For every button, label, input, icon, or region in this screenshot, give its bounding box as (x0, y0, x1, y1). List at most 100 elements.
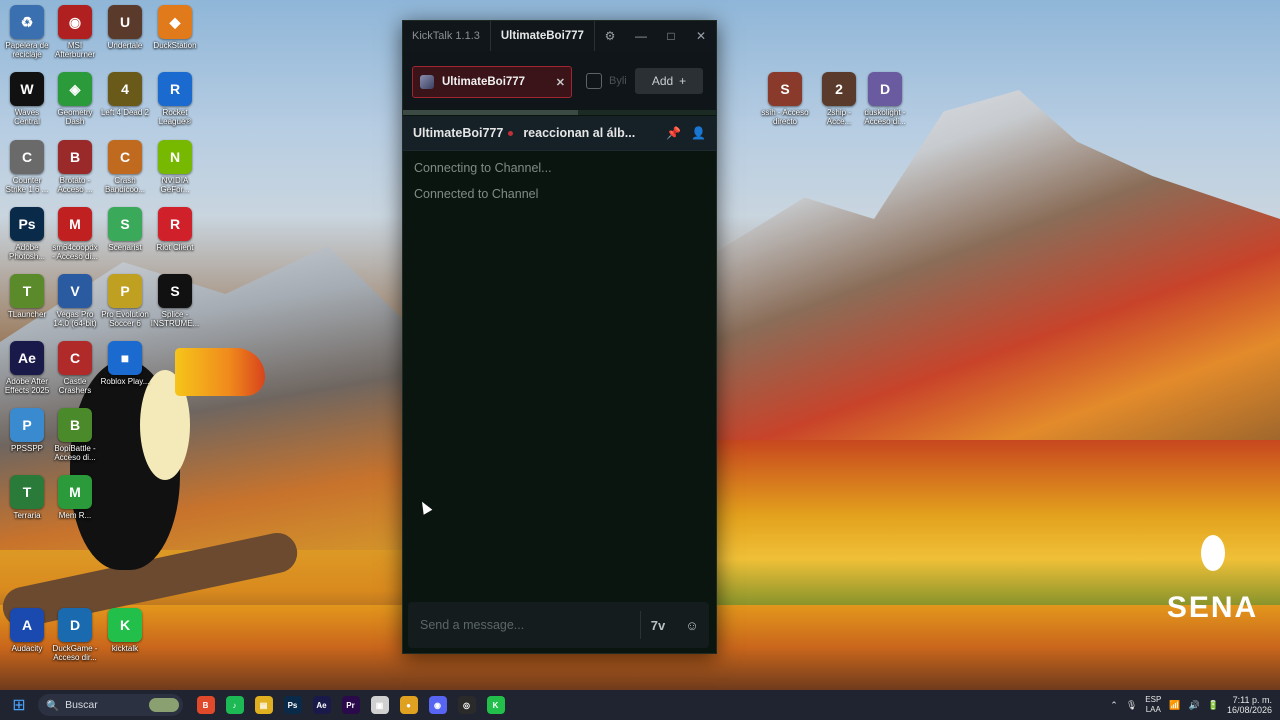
minimize-button[interactable]: — (626, 21, 656, 51)
search-label: Buscar (65, 699, 98, 711)
add-channel-button[interactable]: Add + (635, 68, 703, 94)
live-indicator (508, 130, 514, 136)
clock[interactable]: 7:11 p. m. 16/08/2026 (1227, 695, 1272, 715)
desktop-icon-label: Adobe Photosh... (8, 243, 46, 261)
current-user[interactable]: UltimateBoi777 (489, 21, 595, 51)
app-icon: S (158, 274, 192, 308)
desktop-icon[interactable]: R Rocket League® (148, 72, 202, 126)
store-icon: ▣ (370, 696, 389, 714)
battery-icon[interactable]: 🔋 (1208, 700, 1219, 711)
app-icon: S (108, 207, 142, 241)
desktop-icon[interactable]: R Riot Client (148, 207, 202, 252)
desktop-icon[interactable]: ◉ MSI Afterburner (48, 5, 102, 59)
desktop-icon[interactable]: D DuckGame - Acceso dir... (48, 608, 102, 662)
system-tray: ⌃ 🎙 ESP LAA 📶 🔊 🔋 7:11 p. m. 16/08/2026 (1110, 695, 1280, 715)
start-button[interactable]: ⊞ (0, 690, 38, 720)
desktop-icon[interactable]: V Vegas Pro 14.0 (64-bit) (48, 274, 102, 328)
desktop-icon-label: Papelera de reciclaje (5, 41, 49, 59)
desktop-icon[interactable]: Kkicktalk (98, 608, 152, 653)
taskbar-app-obs[interactable]: ◎ (452, 690, 481, 720)
app-icon: U (108, 5, 142, 39)
system-message: Connected to Channel (414, 187, 539, 201)
desktop-icon[interactable]: ♻ Papelera de reciclaje (0, 5, 54, 59)
app-icon: C (58, 341, 92, 375)
desktop-icon[interactable]: W Waves Central (0, 72, 54, 126)
taskbar-app-discord[interactable]: ◉ (423, 690, 452, 720)
desktop-icon[interactable]: U Undertale (98, 5, 152, 50)
loading-progress (403, 110, 716, 115)
desktop-icon[interactable]: ■ Roblox Play... (98, 341, 152, 386)
desktop-icon[interactable]: ◆ DuckStation (148, 5, 202, 50)
desktop-icon[interactable]: C Crash Bandicoo... (98, 140, 152, 194)
desktop-icon[interactable]: P PPSSPP (0, 408, 54, 453)
taskbar-app-kicktalk[interactable]: K (481, 690, 510, 720)
taskbar-app-brave[interactable]: B (191, 690, 220, 720)
desktop-icon[interactable]: B BopiBattle - Acceso di... (48, 408, 102, 462)
desktop-icon[interactable]: N NVIDIA GeFor... (148, 140, 202, 194)
microphone-icon[interactable]: 🎙 (1126, 700, 1137, 711)
wifi-icon[interactable]: 📶 (1169, 700, 1180, 711)
app-icon: ■ (108, 341, 142, 375)
desktop-icon[interactable]: 4 Left 4 Dead 2 (98, 72, 152, 117)
close-button[interactable]: ✕ (686, 21, 716, 51)
desktop-icon[interactable]: S Scenarist (98, 207, 152, 252)
desktop-icon[interactable]: Sssih - Acceso directo (758, 72, 812, 126)
taskbar-app-premiere[interactable]: Pr (336, 690, 365, 720)
taskbar-app-store[interactable]: ▣ (365, 690, 394, 720)
desktop-icon[interactable]: Ps Adobe Photosh... (0, 207, 54, 261)
taskbar-app-photoshop[interactable]: Ps (278, 690, 307, 720)
pin-icon[interactable]: 📌 (666, 126, 681, 140)
taskbar-app-after-effects[interactable]: Ae (307, 690, 336, 720)
settings-icon[interactable]: ⚙ (595, 21, 625, 51)
channel-tab-active[interactable]: UltimateBoi777 ✕ (412, 66, 572, 98)
desktop-icon[interactable]: C Castle Crashers (48, 341, 102, 395)
desktop-icon[interactable]: T TLauncher (0, 274, 54, 319)
channel-tab-second[interactable]: Byli (586, 66, 627, 96)
desktop-icon[interactable]: B Brotato - Acceso ... (48, 140, 102, 194)
desktop-icon[interactable]: Msm64coopdx - Acceso di... (48, 207, 102, 261)
desktop-icon[interactable]: ◈ Geometry Dash (48, 72, 102, 126)
title-bar[interactable]: KickTalk 1.1.3 UltimateBoi777 ⚙ — □ ✕ (403, 21, 716, 51)
taskbar-app-spotify[interactable]: ♪ (220, 690, 249, 720)
desktop-icon[interactable]: T Terraria (0, 475, 54, 520)
app-icon: 2 (822, 72, 856, 106)
desktop-icon[interactable]: C Counter Strike 1.6 ... (0, 140, 54, 194)
discord-icon: ◉ (428, 696, 447, 714)
taskbar-app-chrome[interactable]: ● (394, 690, 423, 720)
message-input[interactable] (408, 609, 640, 641)
7tv-emote-button[interactable]: 7v (641, 608, 675, 642)
desktop-icon[interactable]: A Audacity (0, 608, 54, 653)
desktop-icon[interactable]: Dduskolight - Acceso di... (858, 72, 912, 126)
app-icon: Ps (10, 207, 44, 241)
chevron-up-icon[interactable]: ⌃ (1110, 700, 1118, 711)
close-tab-icon[interactable]: ✕ (556, 76, 565, 89)
chrome-icon: ● (399, 696, 418, 714)
volume-icon[interactable]: 🔊 (1189, 700, 1200, 711)
app-icon: T (10, 274, 44, 308)
obs-icon: ◎ (457, 696, 476, 714)
language-layout: LAA (1145, 705, 1161, 714)
taskbar-app-file-explorer[interactable]: ▤ (249, 690, 278, 720)
desktop-icon[interactable]: Ae Adobe After Effects 2025 (0, 341, 54, 395)
sena-logo: SENA (1160, 535, 1265, 690)
app-icon: ◆ (158, 5, 192, 39)
app-icon: P (108, 274, 142, 308)
desktop-icon-label: Splice - INSTRUME... (150, 310, 200, 328)
emoji-button[interactable]: ☺ (675, 608, 709, 642)
maximize-button[interactable]: □ (656, 21, 686, 51)
language-code: ESP (1145, 695, 1162, 704)
desktop-icon[interactable]: S Splice - INSTRUME... (148, 274, 202, 328)
language-indicator[interactable]: ESP LAA (1145, 695, 1161, 715)
taskbar-search[interactable]: 🔍 Buscar (38, 694, 183, 716)
app-icon: N (158, 140, 192, 174)
desktop-icon-label: Riot Client (156, 243, 194, 252)
desktop-icon-label: TLauncher (7, 310, 47, 319)
desktop-icon[interactable]: P Pro Evolution Soccer 6 (98, 274, 152, 328)
user-icon[interactable]: 👤 (691, 126, 706, 140)
app-icon: K (108, 608, 142, 642)
channel-name[interactable]: UltimateBoi777 (413, 126, 503, 140)
plus-icon: + (679, 74, 687, 88)
desktop-icon[interactable]: M Mem R... (48, 475, 102, 520)
desktop-icon-label: NVIDIA GeFor... (160, 176, 190, 194)
desktop-icon-label: Left 4 Dead 2 (100, 108, 150, 117)
